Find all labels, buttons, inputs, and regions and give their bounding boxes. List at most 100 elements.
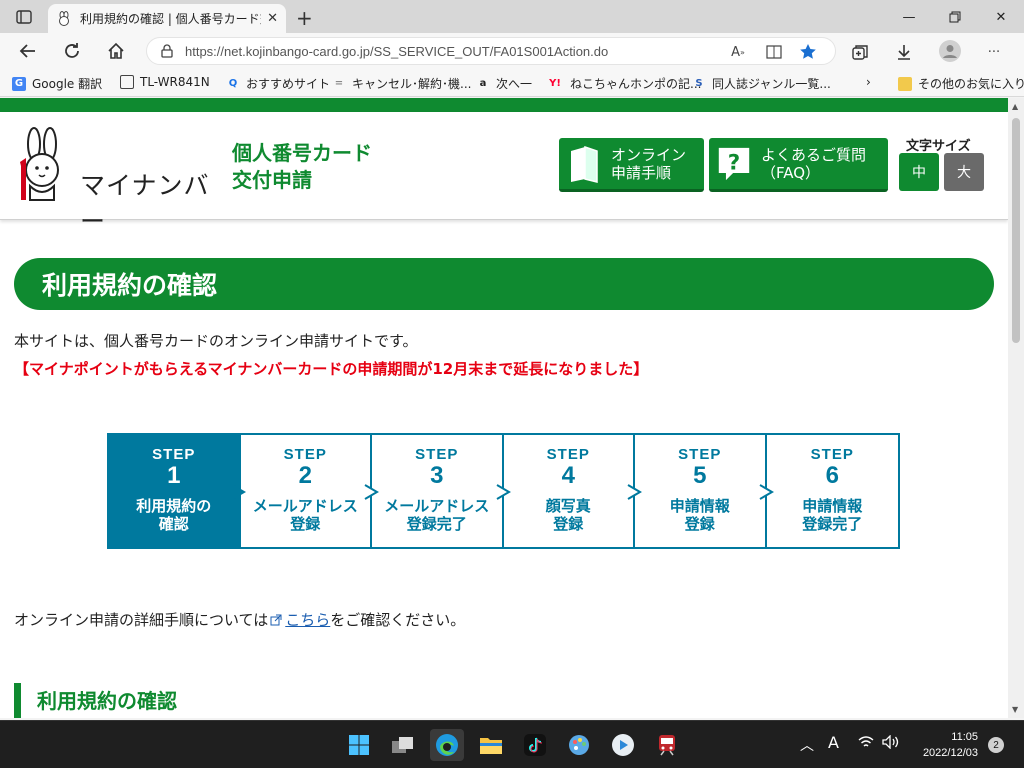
bookmark-recommended-sites[interactable]: Q おすすめサイト: [226, 75, 330, 92]
service-title-line1: 個人番号カード: [232, 141, 372, 165]
tab-actions-button[interactable]: [8, 6, 40, 28]
scroll-down-icon[interactable]: ▼: [1012, 705, 1018, 714]
mynumber-logo[interactable]: マイナンバー: [14, 126, 224, 236]
tab-actions-icon: [16, 10, 32, 24]
folder-icon: [480, 738, 502, 754]
close-window-button[interactable]: ✕: [978, 6, 1024, 28]
file-explorer-button[interactable]: [474, 729, 508, 761]
step-3: STEP 3 メールアドレス 登録完了: [372, 435, 511, 547]
online-procedure-button[interactable]: オンライン 申請手順: [559, 138, 704, 192]
tab-close-icon[interactable]: ✕: [267, 11, 278, 26]
home-icon: [108, 42, 124, 59]
step-label: STEP: [810, 446, 854, 463]
search-icon: Q: [228, 78, 238, 89]
bookmark-label: 同人誌ジャンル一覧...: [712, 77, 831, 91]
detail-procedure-text: オンライン申請の詳細手順については こちら をご確認ください。: [14, 609, 465, 630]
section-heading: 利用規約の確認: [14, 683, 177, 718]
bookmark-amazon[interactable]: a 次へ一: [476, 75, 532, 92]
train-app-button[interactable]: [650, 729, 684, 761]
paint-palette-icon: [569, 735, 589, 755]
step-number: 5: [693, 462, 707, 489]
google-translate-icon: G: [12, 76, 26, 91]
folder-icon: [898, 76, 912, 91]
faq-line2: （FAQ）: [761, 163, 821, 182]
top-stripe: [0, 98, 1008, 112]
start-button[interactable]: [342, 729, 376, 761]
mynaps-rabbit-icon: [20, 127, 59, 201]
reader-icon: [766, 45, 782, 59]
step-label: STEP: [678, 446, 722, 463]
step-text: 申請情報 登録: [669, 497, 730, 533]
step-text: 顔写真 登録: [545, 497, 591, 533]
star-icon: [800, 44, 816, 59]
bookmark-label: 次へ一: [496, 77, 533, 91]
favorite-star-icon[interactable]: [798, 43, 818, 61]
system-clock[interactable]: 11:05 2022/12/03: [914, 729, 978, 761]
ime-indicator[interactable]: A: [828, 733, 839, 752]
clock-time: 11:05: [951, 731, 978, 743]
bookmark-tl-wr841n[interactable]: TL-WR841N: [120, 75, 210, 89]
downloads-icon[interactable]: [894, 43, 914, 61]
taskbar: ︿ A 11:05 2022/12/03 2: [0, 720, 1024, 768]
detail-suffix: をご確認ください。: [330, 611, 466, 629]
page-scrollbar[interactable]: ▲ ▼: [1008, 98, 1024, 718]
question-bubble-icon: ?: [717, 144, 751, 184]
bookmark-label: TL-WR841N: [140, 75, 210, 89]
home-button[interactable]: [102, 38, 130, 64]
notification-badge[interactable]: 2: [988, 737, 1004, 753]
maximize-button[interactable]: [932, 6, 978, 28]
other-favorites-folder[interactable]: その他のお気に入り: [898, 75, 1024, 92]
bookmark-label: ねこちゃんホンポの記...: [570, 77, 702, 91]
faq-line1: よくあるご質問: [761, 145, 867, 164]
font-size-large-button[interactable]: 大: [944, 153, 984, 191]
bookmark-label: Google 翻訳: [32, 77, 103, 91]
scroll-up-icon[interactable]: ▲: [1012, 102, 1018, 111]
back-button[interactable]: [14, 38, 42, 64]
page-title-banner: 利用規約の確認: [14, 258, 994, 310]
page-title: 利用規約の確認: [42, 271, 218, 300]
bookmark-cancel[interactable]: = キャンセル･解約･機...: [332, 75, 472, 92]
active-tab[interactable]: 利用規約の確認 | 個人番号カード交付申請 ✕: [48, 4, 286, 33]
refresh-button[interactable]: [58, 38, 86, 64]
faq-button[interactable]: ? よくあるご質問 （FAQ）: [709, 138, 888, 192]
external-link-icon: [270, 614, 282, 625]
detail-link[interactable]: こちら: [285, 609, 330, 630]
bookmark-doujinshi[interactable]: S 同人誌ジャンル一覧...: [692, 75, 831, 92]
font-size-medium-button[interactable]: 中: [899, 153, 939, 191]
edge-taskbar-button[interactable]: [430, 729, 464, 761]
tiktok-button[interactable]: [518, 729, 552, 761]
more-menu-button[interactable]: ···: [984, 43, 1004, 61]
task-view-icon: [392, 737, 413, 753]
media-player-button[interactable]: [606, 729, 640, 761]
logo-text: マイナンバー: [80, 171, 210, 236]
page-icon: [120, 75, 134, 89]
site-header: マイナンバー 個人番号カード 交付申請 オンライン 申請手順 ? よくあるご質問…: [0, 112, 1008, 236]
service-title-line2: 交付申請: [232, 168, 312, 192]
read-aloud-icon[interactable]: A»: [728, 43, 748, 61]
wifi-icon[interactable]: [858, 735, 874, 753]
volume-icon[interactable]: [882, 734, 900, 753]
step-label: STEP: [546, 446, 590, 463]
immersive-reader-icon[interactable]: [764, 43, 784, 61]
bookmark-google-translate[interactable]: G Google 翻訳: [12, 75, 102, 92]
download-arrow-icon: [898, 45, 910, 60]
bookmark-nekochan[interactable]: Y! ねこちゃんホンポの記...: [546, 75, 701, 92]
scroll-thumb[interactable]: [1012, 118, 1020, 343]
collections-icon[interactable]: [850, 43, 870, 61]
step-label: STEP: [415, 446, 459, 463]
step-2: STEP 2 メールアドレス 登録: [241, 435, 379, 547]
task-view-button[interactable]: [386, 729, 420, 761]
paint-app-button[interactable]: [562, 729, 596, 761]
bookmarks-overflow-chevron-icon[interactable]: ›: [866, 75, 871, 89]
collections-glyph-icon: [852, 45, 868, 60]
online-line2: 申請手順: [611, 163, 672, 182]
detail-prefix: オンライン申請の詳細手順については: [14, 611, 269, 629]
tray-overflow-chevron-icon[interactable]: ︿: [800, 735, 814, 755]
profile-avatar[interactable]: [938, 39, 962, 63]
avatar-icon: [939, 40, 961, 62]
restore-icon: [949, 11, 961, 23]
lock-icon: [161, 44, 173, 58]
new-tab-button[interactable]: +: [296, 6, 313, 30]
service-title: 個人番号カード 交付申請: [232, 140, 372, 194]
minimize-button[interactable]: —: [886, 6, 932, 28]
